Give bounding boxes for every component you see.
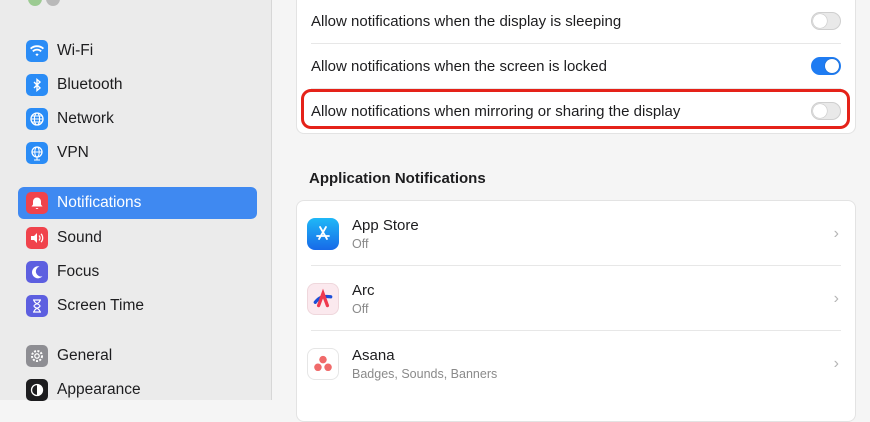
sidebar-item-wifi[interactable]: Wi-Fi — [18, 35, 257, 67]
sidebar-item-label: Notifications — [57, 194, 142, 211]
setting-row-screen-locked: Allow notifications when the screen is l… — [297, 44, 855, 88]
notifications-pane: Allow notifications when the display is … — [272, 0, 870, 422]
sidebar-item-vpn[interactable]: VPN — [18, 137, 257, 169]
sidebar-item-notifications[interactable]: Notifications — [18, 187, 257, 219]
vpn-globe-icon — [26, 142, 48, 164]
sidebar-item-label: Focus — [57, 263, 100, 280]
sidebar: Wi-Fi Bluetooth Network VPN Notification… — [0, 0, 272, 401]
sidebar-item-general[interactable]: General — [18, 340, 257, 372]
app-store-icon — [307, 217, 339, 250]
setting-label: Allow notifications when the display is … — [311, 12, 622, 30]
sidebar-item-label: Appearance — [57, 381, 141, 398]
sidebar-item-focus[interactable]: Focus — [18, 256, 257, 288]
app-status: Off — [352, 301, 369, 316]
section-title: Application Notifications — [309, 170, 486, 187]
sidebar-item-label: VPN — [57, 144, 89, 161]
sidebar-item-screen-time[interactable]: Screen Time — [18, 290, 257, 322]
sidebar-item-label: Bluetooth — [57, 76, 123, 93]
speaker-icon — [26, 227, 48, 249]
setting-row-mirroring: Allow notifications when mirroring or sh… — [297, 89, 855, 133]
sidebar-item-label: Screen Time — [57, 297, 145, 314]
setting-label: Allow notifications when mirroring or sh… — [311, 102, 681, 120]
appearance-icon — [26, 379, 48, 401]
app-status: Badges, Sounds, Banners — [352, 366, 498, 381]
display-sleeping-toggle[interactable] — [811, 12, 841, 30]
app-name: Asana — [352, 346, 395, 364]
notification-options-panel: Allow notifications when the display is … — [296, 0, 856, 134]
sidebar-item-network[interactable]: Network — [18, 103, 257, 135]
globe-icon — [26, 108, 48, 130]
mirroring-toggle[interactable] — [811, 102, 841, 120]
chevron-right-icon: › — [833, 354, 839, 372]
bluetooth-icon — [26, 74, 48, 96]
app-status: Off — [352, 236, 369, 251]
sidebar-item-label: Sound — [57, 229, 102, 246]
sidebar-item-sound[interactable]: Sound — [18, 222, 257, 254]
app-name: Arc — [352, 281, 375, 299]
moon-icon — [26, 261, 48, 283]
sidebar-item-label: Wi-Fi — [57, 42, 94, 59]
hourglass-icon — [26, 295, 48, 317]
setting-row-display-sleeping: Allow notifications when the display is … — [297, 0, 855, 43]
app-row-arc[interactable]: Arc Off › — [297, 266, 855, 331]
wifi-icon — [26, 40, 48, 62]
application-list-panel: App Store Off › Arc Off › Asana Badges, … — [296, 200, 856, 422]
chevron-right-icon: › — [833, 224, 839, 242]
asana-icon — [307, 347, 339, 380]
user-avatar-stub[interactable] — [28, 0, 88, 6]
screen-locked-toggle[interactable] — [811, 57, 841, 75]
arc-browser-icon — [307, 282, 339, 315]
setting-label: Allow notifications when the screen is l… — [311, 57, 607, 75]
sidebar-item-label: General — [57, 347, 113, 364]
gear-icon — [26, 345, 48, 367]
app-row-asana[interactable]: Asana Badges, Sounds, Banners › — [297, 331, 855, 396]
bell-icon — [26, 192, 48, 214]
chevron-right-icon: › — [833, 289, 839, 307]
sidebar-item-appearance[interactable]: Appearance — [18, 374, 257, 406]
sidebar-item-label: Network — [57, 110, 114, 127]
app-name: App Store — [352, 216, 419, 234]
app-row-app-store[interactable]: App Store Off › — [297, 201, 855, 266]
sidebar-item-bluetooth[interactable]: Bluetooth — [18, 69, 257, 101]
